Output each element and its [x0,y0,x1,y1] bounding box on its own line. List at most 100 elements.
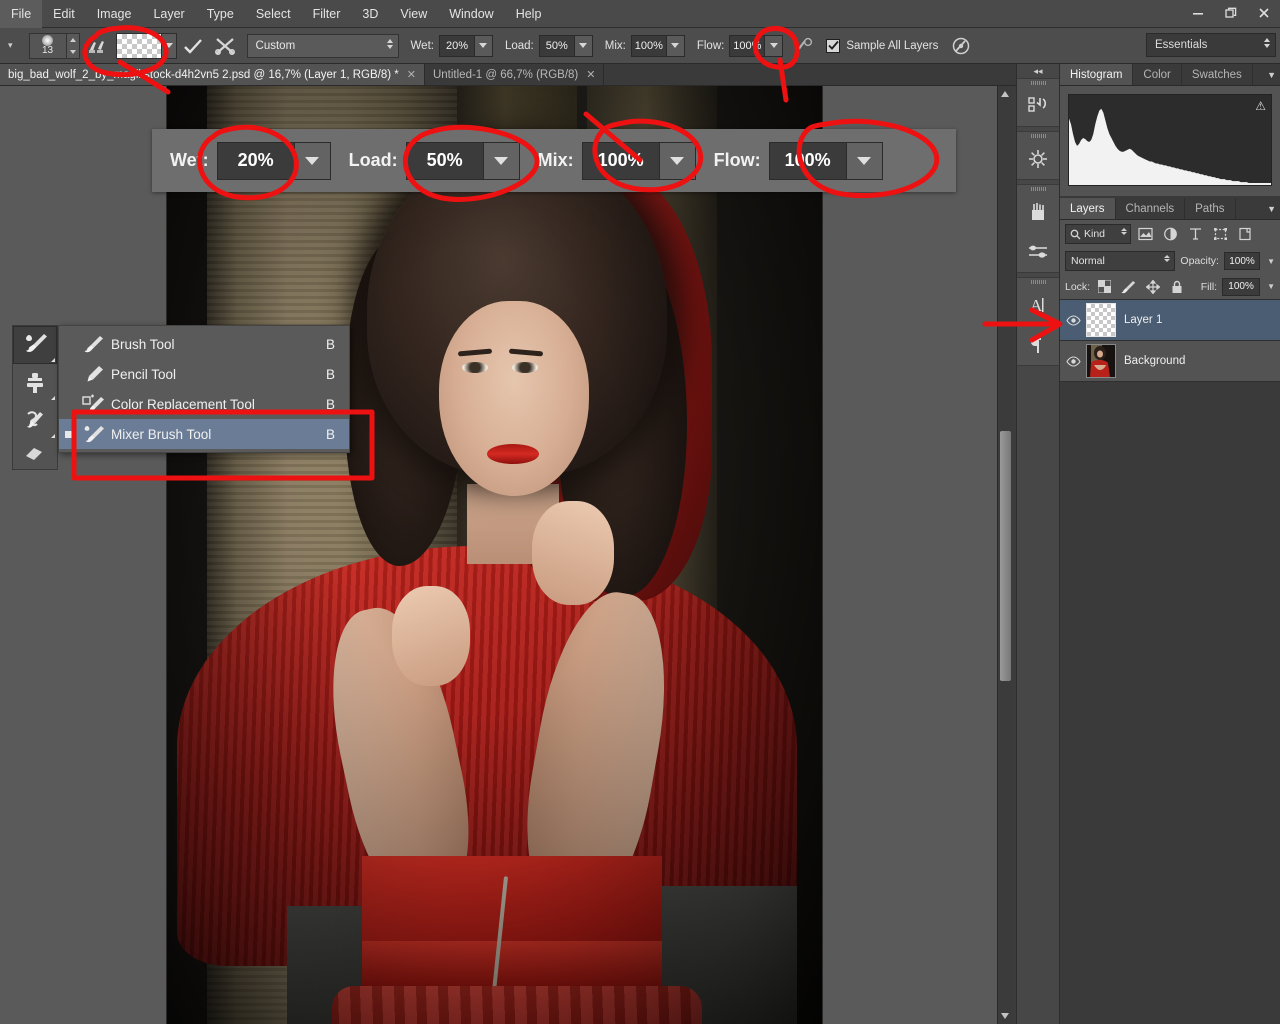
type-layers-filter-icon[interactable] [1185,224,1206,244]
adjustments-panel-icon[interactable] [1017,139,1059,179]
brush-preset-spinner[interactable] [66,32,80,59]
pixel-layers-filter-icon[interactable] [1135,224,1156,244]
brush-preset-picker[interactable]: 13 [28,32,67,59]
tool-eraser[interactable] [13,440,57,464]
overlay-flow-dropdown[interactable] [846,141,883,180]
menu-item-filter[interactable]: Filter [302,0,352,28]
menu-item-3d[interactable]: 3D [351,0,389,28]
scroll-up-icon[interactable] [1001,91,1009,97]
lock-image-pixels-icon[interactable] [1119,278,1138,296]
overlay-wet-value[interactable]: 20% [216,141,295,180]
restore-button[interactable] [1214,2,1247,24]
scrollbar-thumb[interactable] [1000,431,1011,681]
layer-name[interactable]: Background [1124,355,1185,367]
mix-input[interactable]: 100% [630,34,667,57]
tab-layers[interactable]: Layers [1060,198,1116,219]
overlay-mix-dropdown[interactable] [659,141,696,180]
layer-filter-kind-select[interactable]: Kind [1065,224,1131,244]
flyout-item-color-replacement-tool[interactable]: Color Replacement Tool B [59,389,349,419]
tab-color[interactable]: Color [1133,64,1182,85]
close-icon[interactable]: ✕ [407,68,416,81]
layer-visibility-toggle[interactable] [1060,355,1086,367]
uncached-data-warning-icon[interactable]: ⚠ [1255,99,1266,113]
layer-row-background[interactable]: Background [1060,341,1280,382]
character-panel-icon[interactable]: A [1017,285,1059,325]
brush-settings-panel-icon[interactable] [1017,232,1059,272]
tab-histogram[interactable]: Histogram [1060,64,1134,85]
tab-channels[interactable]: Channels [1116,198,1186,219]
layer-visibility-toggle[interactable] [1060,314,1086,326]
load-input[interactable]: 50% [538,34,575,57]
dock-grip[interactable] [1017,132,1059,139]
tool-history-brush[interactable] [13,402,57,440]
tab-paths[interactable]: Paths [1185,198,1236,219]
close-icon[interactable]: ✕ [586,68,595,81]
mix-dropdown[interactable] [666,34,685,57]
document-tab-untitled[interactable]: Untitled-1 @ 66,7% (RGB/8) ✕ [424,64,605,85]
brush-load-dropdown[interactable] [161,32,177,59]
adjustment-layers-filter-icon[interactable] [1160,224,1181,244]
panel-menu-icon[interactable]: ▼ [1267,70,1276,80]
canvas-vertical-scrollbar[interactable] [997,86,1012,1024]
flow-dropdown[interactable] [765,34,784,57]
brush-combination-select[interactable]: Custom [246,33,399,58]
smart-object-filter-icon[interactable] [1235,224,1256,244]
menu-item-view[interactable]: View [389,0,438,28]
history-panel-icon[interactable] [1017,86,1059,126]
menu-item-help[interactable]: Help [505,0,553,28]
blend-mode-select[interactable]: Normal [1065,251,1176,271]
layer-row-layer-1[interactable]: Layer 1 [1060,300,1280,341]
menu-item-select[interactable]: Select [245,0,302,28]
menu-item-layer[interactable]: Layer [142,0,195,28]
wet-dropdown[interactable] [474,34,493,57]
overlay-mix-value[interactable]: 100% [581,141,660,180]
fill-input[interactable]: 100% [1222,277,1261,296]
tablet-pressure-icon[interactable] [948,33,974,59]
dock-grip[interactable] [1017,185,1059,192]
dock-grip[interactable] [1017,278,1059,285]
fill-dropdown-icon[interactable]: ▼ [1267,282,1275,291]
layer-name[interactable]: Layer 1 [1124,314,1162,326]
opacity-dropdown-icon[interactable]: ▼ [1267,257,1275,266]
opacity-input[interactable]: 100% [1223,252,1261,270]
overlay-load-dropdown[interactable] [483,141,520,180]
current-brush-load-swatch[interactable] [115,32,162,59]
paragraph-panel-icon[interactable] [1017,325,1059,365]
dock-grip[interactable] [1017,79,1059,86]
layer-thumbnail[interactable] [1086,344,1116,378]
lock-position-icon[interactable] [1143,278,1162,296]
overlay-wet-dropdown[interactable] [294,141,331,180]
panel-menu-icon[interactable]: ▼ [1267,204,1276,214]
document-tab-active[interactable]: big_bad_wolf_2_by_magikstock-d4h2vn5 2.p… [0,64,425,85]
wet-input[interactable]: 20% [438,34,475,57]
menu-item-type[interactable]: Type [196,0,245,28]
tool-mixer-brush[interactable] [13,326,57,364]
menu-item-window[interactable]: Window [438,0,504,28]
overlay-flow-value[interactable]: 100% [768,141,847,180]
load-dropdown[interactable] [574,34,593,57]
canvas-area[interactable] [0,86,1012,1024]
shape-layers-filter-icon[interactable] [1210,224,1231,244]
workspace-switcher[interactable]: Essentials [1146,33,1276,57]
lock-transparent-pixels-icon[interactable] [1095,278,1114,296]
menu-item-file[interactable]: File [0,0,43,28]
flow-input[interactable]: 100% [729,34,766,57]
options-bar-grip-icon[interactable]: ▾ [2,40,19,51]
close-button[interactable] [1247,2,1280,24]
tab-swatches[interactable]: Swatches [1182,64,1253,85]
layer-thumbnail[interactable] [1086,303,1116,337]
flyout-item-pencil-tool[interactable]: Pencil Tool B [59,359,349,389]
clean-after-stroke-x-icon[interactable] [212,33,238,59]
scroll-down-icon[interactable] [1001,1013,1009,1019]
lock-all-icon[interactable] [1167,278,1186,296]
menu-item-edit[interactable]: Edit [42,0,86,28]
document-canvas[interactable] [167,86,822,1024]
minimize-button[interactable] [1181,2,1214,24]
collapse-panels-icon[interactable]: ◂◂ [1017,64,1059,78]
overlay-load-value[interactable]: 50% [405,141,484,180]
brush-presets-panel-icon[interactable] [1017,192,1059,232]
load-brush-icon[interactable] [83,33,109,59]
tool-clone-stamp[interactable] [13,364,57,402]
flyout-item-mixer-brush-tool[interactable]: Mixer Brush Tool B [59,419,349,449]
brush-tool-flyout-menu[interactable]: Brush Tool B Pencil Tool B Color Replace… [58,325,350,453]
